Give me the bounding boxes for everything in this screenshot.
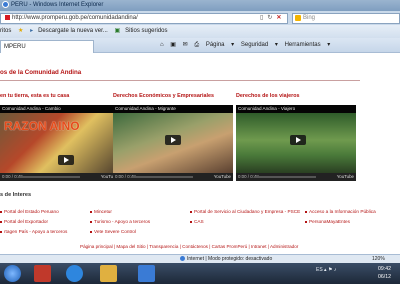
video-player-1[interactable]: Comunidad Andina - Cambio RAZON AINO 0:0… [0,105,120,181]
address-bar[interactable]: http://www.promperu.gob.pe/comunidadandi… [0,13,288,24]
fav-item-download[interactable]: Descargate la nueva ver... [38,28,108,34]
address-buttons: ▯ ↻ ✕ [260,14,285,21]
play-button-icon[interactable] [165,135,181,145]
page-heading: os de la Comunidad Andina [0,69,82,76]
clock-time: 09:42 [378,266,391,272]
print-icon[interactable]: ⎙ [194,42,199,48]
window-title: PERU - Windows Internet Explorer [11,2,104,8]
compatibility-icon[interactable]: ▯ [260,15,263,21]
command-bar: MPERU ⌂ ▣ ✉ ⎙ Página ▾ Seguridad ▾ Herra… [0,38,400,53]
video-controls: 0:00 / 0:48 YouTube [113,173,233,181]
links-column-1: Portal del Estado Peruano Portal del Exp… [0,209,67,239]
protected-mode-status[interactable]: Internet | Modo protegido: desactivado [180,255,272,263]
window-title-bar: PERU - Windows Internet Explorer [0,0,400,11]
security-menu[interactable]: Seguridad ▾ [241,42,278,48]
column-heading-1: en tu tierra, esta es tu casa [0,93,70,99]
page-menu[interactable]: Página ▾ [206,42,234,48]
link-item[interactable]: Portal de Servicio al Ciudadano y Empres… [190,209,300,214]
windows-taskbar: ES ▴ ⚑ ♪ 09:42 06/12 [0,263,400,284]
fav-item-suggested[interactable]: Sitios sugeridos [125,28,167,34]
heading-divider [0,80,360,81]
link-item[interactable]: rtagen País - Apoyo a terceros [0,229,67,234]
address-url: http://www.promperu.gob.pe/comunidadandi… [12,15,138,21]
play-button-icon[interactable] [58,155,74,165]
stop-icon[interactable]: ✕ [276,15,281,21]
video-overlay-text: RAZON AINO [4,119,80,133]
column-heading-3: Derechos de los viajeros [236,93,300,99]
status-bar: Internet | Modo protegido: desactivado 1… [0,254,400,263]
command-buttons: ⌂ ▣ ✉ ⎙ Página ▾ Seguridad ▾ Herramienta… [160,38,335,53]
system-tray: ES ▴ ⚑ ♪ [316,267,337,273]
link-item[interactable]: Portal del Exportador [0,219,67,224]
tab-label: MPERU [4,44,26,50]
site-favicon-icon [5,14,10,20]
video-player-2[interactable]: Comunidad Andina - Migrante 0:00 / 0:48 … [113,105,233,181]
globe-icon [180,256,185,262]
start-button-icon[interactable] [4,265,21,282]
links-column-2: Mincetur Turismo - Apoyo a terceros Vete… [90,209,150,239]
page-content: os de la Comunidad Andina en tu tierra, … [0,54,400,254]
link-item[interactable]: Acceso a la Información Pública [305,209,376,214]
bing-icon [295,15,301,21]
feeds-icon[interactable]: ▣ [170,42,176,48]
link-item[interactable]: Vete Severe Control [90,229,150,234]
address-toolbar: http://www.promperu.gob.pe/comunidadandi… [0,11,400,25]
add-favorite-star-icon[interactable]: ★ [18,28,23,34]
mail-icon[interactable]: ✉ [183,42,188,48]
footer-links[interactable]: Página principal | Mapa del Sitio | Tran… [80,244,298,249]
zoom-level[interactable]: 120% [372,255,385,263]
video-progress-bar[interactable] [131,176,193,178]
sites-heading: s de Interes [0,192,32,198]
video-title: Comunidad Andina - Cambio [0,105,120,113]
video-title: Comunidad Andina - Viajero [236,105,356,113]
search-engine-label: Bing [303,15,316,21]
video-progress-bar[interactable] [18,176,80,178]
link-item[interactable]: PersonaMayaEntes [305,219,376,224]
link-item[interactable]: Portal del Estado Peruano [0,209,67,214]
feed-icon: ▸ [30,28,34,34]
word-icon[interactable] [138,265,155,282]
clock-date: 06/12 [378,274,391,280]
clock[interactable]: 09:42 06/12 [378,265,391,281]
video-title: Comunidad Andina - Migrante [113,105,233,113]
home-icon[interactable]: ⌂ [160,42,164,48]
video-controls: 0:00 / 0:48 YouTube [236,173,356,181]
video-progress-bar[interactable] [254,176,316,178]
adobe-reader-icon[interactable] [34,265,51,282]
youtube-logo[interactable]: YouTube [214,173,231,181]
links-column-3: Portal de Servicio al Ciudadano y Empres… [190,209,300,229]
link-item[interactable]: Turismo - Apoyo a terceros [90,219,150,224]
favorites-button[interactable]: ritos [0,28,11,34]
play-button-icon[interactable] [290,135,306,145]
column-heading-2: Derechos Económicos y Empresariales [113,93,214,99]
video-controls: 0:00 / 0:49 YouTube [0,173,120,181]
favorites-bar: ritos ★ ▸ Descargate la nueva ver... ▣ Sit… [0,25,400,38]
browser-tab[interactable]: MPERU [0,40,94,53]
suggested-sites-icon: ▣ [114,28,121,34]
refresh-icon[interactable]: ↻ [267,15,272,21]
video-player-3[interactable]: Comunidad Andina - Viajero 0:00 / 0:48 Y… [236,105,356,181]
links-column-4: Acceso a la Información Pública PersonaM… [305,209,376,229]
ie-icon [2,0,9,8]
folder-icon[interactable] [100,265,117,282]
internet-explorer-icon[interactable] [66,265,83,282]
search-input[interactable]: Bing [292,13,400,24]
tools-menu[interactable]: Herramientas ▾ [285,42,331,48]
youtube-logo[interactable]: YouTube [337,173,354,181]
link-item[interactable]: CAS [190,219,300,224]
language-indicator[interactable]: ES [316,267,323,273]
link-item[interactable]: Mincetur [90,209,150,214]
